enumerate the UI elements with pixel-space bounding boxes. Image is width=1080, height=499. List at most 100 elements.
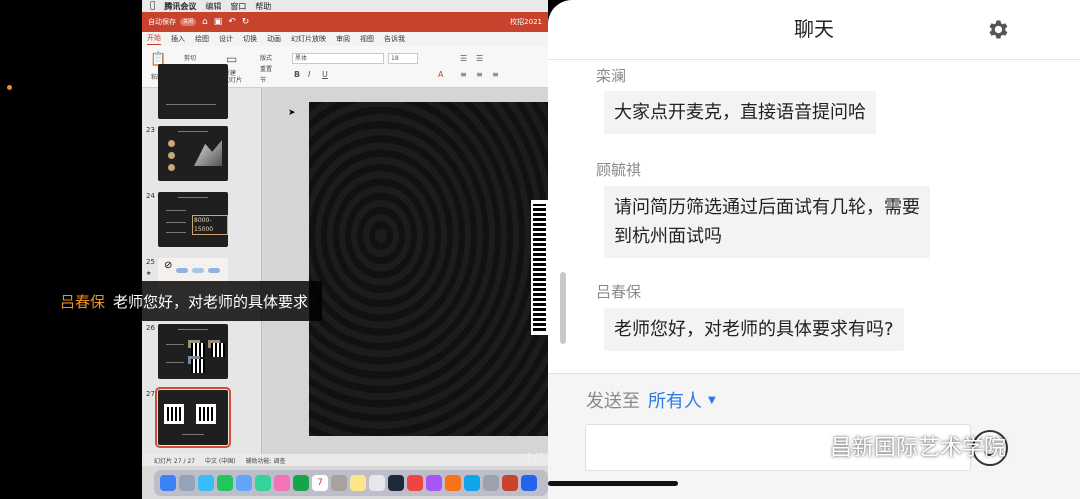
thumb-line: [166, 362, 184, 363]
layout-label[interactable]: 版式: [260, 53, 272, 62]
thumb-line: [166, 344, 184, 345]
reminders-icon[interactable]: [369, 475, 385, 491]
gear-icon[interactable]: [985, 17, 1010, 42]
tv-icon[interactable]: [388, 475, 404, 491]
thumb-line: [166, 222, 186, 223]
tencent-meeting-icon[interactable]: [521, 475, 537, 491]
tab-review[interactable]: 审阅: [336, 34, 350, 44]
maps-icon[interactable]: [255, 475, 271, 491]
messages-icon[interactable]: [217, 475, 233, 491]
save-icon[interactable]: ▣: [214, 17, 223, 27]
autosave-toggle[interactable]: 关闭: [180, 18, 196, 26]
bold-icon[interactable]: B: [294, 70, 300, 79]
launchpad-icon[interactable]: [179, 475, 195, 491]
home-indicator[interactable]: [548, 481, 678, 486]
numbering-icon[interactable]: ☰: [476, 54, 483, 63]
slide-thumbnail-24[interactable]: 8000-15000: [158, 192, 228, 247]
slide-number-25: 25: [146, 258, 155, 266]
mail-icon[interactable]: [236, 475, 252, 491]
autosave-label: 自动保存: [148, 18, 176, 26]
thumb-line: [166, 210, 186, 211]
menubar-app[interactable]: 腾讯会议: [164, 1, 196, 12]
slide-canvas-area: [263, 88, 548, 454]
tab-tell-me[interactable]: 告诉我: [384, 34, 405, 44]
status-language[interactable]: 中文 (中国): [205, 456, 236, 465]
slide-counter: 1/15: [525, 452, 548, 467]
powerpoint-icon[interactable]: [502, 475, 518, 491]
slide-thumbnail-26[interactable]: [158, 324, 228, 379]
home-icon[interactable]: ⌂: [202, 17, 208, 27]
slide-number-23: 23: [146, 126, 155, 134]
menubar-item-edit[interactable]: 编辑: [205, 1, 221, 12]
cut-label[interactable]: 剪切: [184, 53, 196, 62]
wechat-logo-icon: [787, 433, 822, 458]
slide-thumbnail-27[interactable]: [155, 387, 231, 448]
hidden-slide-icon: ⊘: [164, 260, 173, 271]
tab-transitions[interactable]: 切换: [243, 34, 257, 44]
facetime-icon[interactable]: [293, 475, 309, 491]
font-size-select[interactable]: 18: [388, 53, 418, 64]
thumb-circle: [168, 140, 175, 147]
subtitle-text: 老师您好，对老师的具体要求: [113, 292, 309, 311]
status-accessibility[interactable]: 辅助功能: 调查: [246, 456, 286, 465]
redo-icon[interactable]: ↻: [242, 17, 250, 27]
mac-dock: 7: [154, 470, 548, 496]
tab-insert[interactable]: 插入: [171, 34, 185, 44]
font-color-icon[interactable]: A: [438, 70, 443, 79]
podcasts-icon[interactable]: [426, 475, 442, 491]
thumb-pill: [176, 268, 188, 273]
thumb-circle: [168, 164, 175, 171]
tab-home[interactable]: 开始: [147, 33, 161, 45]
undo-icon[interactable]: ↶: [228, 17, 236, 27]
slide-canvas[interactable]: [309, 102, 548, 436]
menubar-item-help[interactable]: 帮助: [255, 1, 271, 12]
watermark-text: 昌新国际艺术学院: [830, 436, 1007, 461]
align-right-icon[interactable]: ≡: [492, 70, 499, 79]
books-icon[interactable]: [445, 475, 461, 491]
message-text: 老师您好，对老师的具体要求有吗?: [614, 319, 894, 340]
chat-message-list[interactable]: 栾澜 大家点开麦克，直接语音提问哈 顾毓祺 请问简历筛选通过后面试有几轮，需要 …: [548, 60, 1080, 373]
calendar-icon[interactable]: 7: [312, 475, 328, 491]
chat-scrollbar[interactable]: [560, 272, 566, 344]
slide-thumbnail-22[interactable]: [158, 64, 228, 119]
new-slide-icon[interactable]: ▭: [226, 52, 237, 66]
message-sender: 顾毓祺: [596, 161, 642, 179]
section-label[interactable]: 节: [260, 75, 266, 84]
contacts-icon[interactable]: [331, 475, 347, 491]
appstore-icon[interactable]: [464, 475, 480, 491]
ppt-statusbar: 幻灯片 27 / 27 中文 (中国) 辅助功能: 调查: [142, 454, 548, 466]
thumb-pill: [192, 268, 204, 273]
live-subtitle: 吕春保 老师您好，对老师的具体要求: [0, 281, 322, 321]
tab-slideshow[interactable]: 幻灯片放映: [291, 34, 326, 44]
reset-label[interactable]: 重置: [260, 64, 272, 73]
settings-icon[interactable]: [483, 475, 499, 491]
tab-view[interactable]: 视图: [360, 34, 374, 44]
italic-icon[interactable]: I: [308, 70, 310, 79]
align-center-icon[interactable]: ≡: [476, 70, 483, 79]
music-icon[interactable]: [407, 475, 423, 491]
menubar-item-window[interactable]: 窗口: [230, 1, 246, 12]
send-to-selector[interactable]: 发送至 所有人 ▼: [586, 387, 716, 413]
tab-draw[interactable]: 绘图: [195, 34, 209, 44]
align-left-icon[interactable]: ≡: [460, 70, 467, 79]
slide-thumbnail-23[interactable]: [158, 126, 228, 181]
ribbon-tabs: 开始 插入 绘图 设计 切换 动画 幻灯片放映 审阅 视图 告诉我: [142, 32, 548, 46]
mac-menubar:  腾讯会议 编辑 窗口 帮助: [142, 0, 548, 12]
underline-icon[interactable]: U: [322, 70, 328, 79]
notes-icon[interactable]: [350, 475, 366, 491]
font-select[interactable]: 黑体: [292, 53, 384, 64]
tab-design[interactable]: 设计: [219, 34, 233, 44]
autosave[interactable]: 自动保存 关闭: [148, 17, 196, 27]
finder-icon[interactable]: [160, 475, 176, 491]
apple-icon[interactable]: : [150, 1, 155, 11]
photos-icon[interactable]: [274, 475, 290, 491]
message-text: 到杭州面试吗: [614, 226, 722, 247]
send-to-target[interactable]: 所有人: [648, 387, 702, 413]
bullets-icon[interactable]: ☰: [460, 54, 467, 63]
thumb-mountain-image: [194, 140, 222, 166]
thumb-photo: [188, 340, 205, 357]
caret-down-icon[interactable]: ▼: [708, 395, 716, 406]
slide-number-24: 24: [146, 192, 155, 200]
safari-icon[interactable]: [198, 475, 214, 491]
tab-animations[interactable]: 动画: [267, 34, 281, 44]
